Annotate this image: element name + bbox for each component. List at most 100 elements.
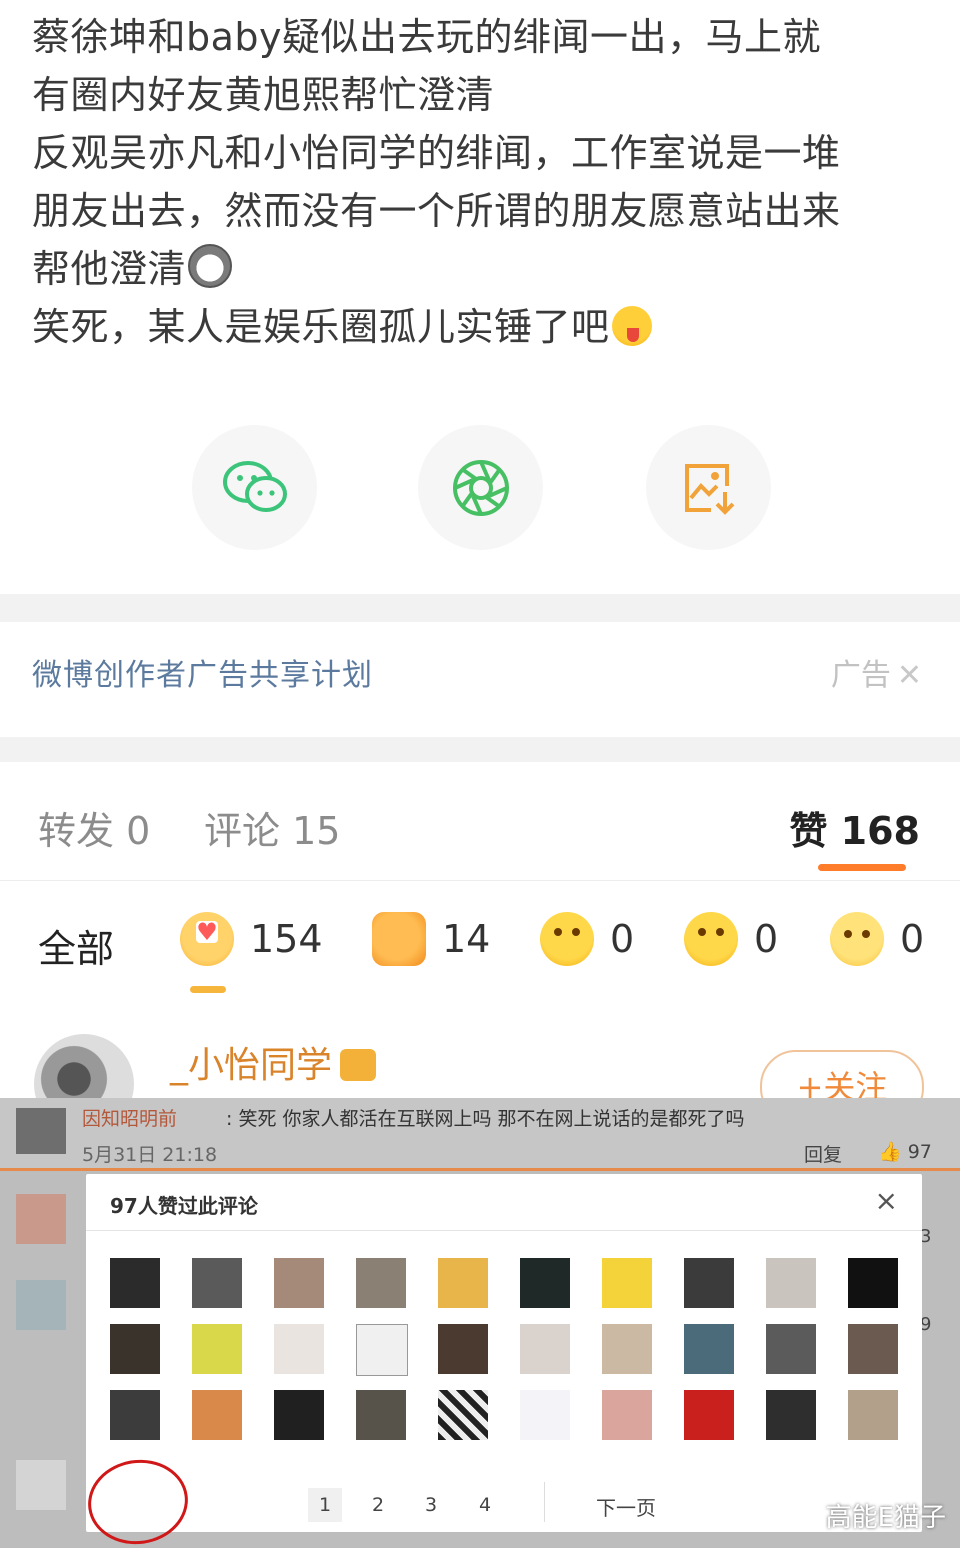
reaction-thumbs-up[interactable]: 14 <box>372 912 490 966</box>
active-reaction-indicator <box>190 986 226 993</box>
reaction-all[interactable]: 全部 <box>38 918 114 973</box>
reaction-laugh[interactable]: 0 <box>540 912 634 966</box>
page-4: 4 <box>478 1494 492 1516</box>
ad-banner[interactable]: 微博创作者广告共享计划 广告 ✕ <box>0 622 960 737</box>
liker-avatar <box>602 1390 652 1440</box>
section-divider <box>0 737 960 762</box>
page-2: 2 <box>371 1494 385 1516</box>
close-icon[interactable]: ✕ <box>897 658 922 693</box>
active-tab-indicator <box>818 864 906 871</box>
liker-avatar <box>192 1390 242 1440</box>
liker-avatar <box>274 1258 324 1308</box>
reaction-surprised[interactable]: 0 <box>684 912 778 966</box>
share-moments-button[interactable] <box>418 425 543 550</box>
watermark: 高能E猫子 <box>825 1503 946 1533</box>
liker-avatar <box>192 1258 242 1308</box>
liker-avatar <box>766 1324 816 1374</box>
liker-avatar <box>274 1324 324 1374</box>
liker-avatar <box>438 1324 488 1374</box>
modal-header: 97人赞过此评论 × <box>86 1174 922 1231</box>
reaction-count: 154 <box>250 917 323 961</box>
tab-comment[interactable]: 评论 15 <box>204 800 340 855</box>
tab-repost[interactable]: 转发 0 <box>38 800 150 855</box>
liker-avatar <box>438 1390 488 1440</box>
page-3: 3 <box>424 1494 438 1516</box>
liker-avatar <box>684 1390 734 1440</box>
comment-row: 因知昭明前 : 笑死 你家人都活在互联网上吗 那不在网上说话的是都死了吗 5月3… <box>0 1098 960 1170</box>
reaction-count: 0 <box>900 917 925 961</box>
reaction-count: 14 <box>442 917 491 961</box>
liker-avatar <box>684 1258 734 1308</box>
liker-avatar <box>356 1390 406 1440</box>
liker-avatar <box>848 1390 898 1440</box>
ad-title[interactable]: 微博创作者广告共享计划 <box>32 650 373 694</box>
tongue-emoji-icon <box>611 306 652 346</box>
liker-avatar <box>766 1258 816 1308</box>
avatar <box>16 1108 66 1154</box>
liker-avatar <box>110 1258 160 1308</box>
post-content: 蔡徐坤和baby疑似出去玩的绯闻一出，马上就 有圈内好友黄旭熙帮忙澄清 反观吴亦… <box>32 8 932 356</box>
post-line: 帮他澄清 <box>32 247 187 291</box>
liker-avatar <box>602 1258 652 1308</box>
post-line: 有圈内好友黄旭熙帮忙澄清 <box>32 73 495 117</box>
liker-avatar <box>192 1324 242 1374</box>
close-icon: × <box>874 1184 898 1217</box>
next-page: 下一页 <box>596 1496 656 1520</box>
liker-avatar-circled <box>110 1390 160 1440</box>
divider <box>544 1482 545 1522</box>
liker-avatar <box>110 1324 160 1374</box>
post-line: 朋友出去，然而没有一个所谓的朋友愿意站出来 <box>32 189 841 233</box>
reaction-count: 0 <box>610 917 635 961</box>
avatar <box>16 1194 66 1244</box>
sad-face-icon <box>830 912 884 966</box>
moments-icon <box>452 459 509 516</box>
commenter-name-text: _小怡同学 <box>170 1045 333 1086</box>
surprised-face-icon <box>684 912 738 966</box>
commenter-name[interactable]: _小怡同学 <box>170 1036 377 1088</box>
avatar <box>16 1460 66 1510</box>
comment-text: : 笑死 你家人都活在互联网上吗 那不在网上说话的是都死了吗 <box>226 1108 745 1130</box>
liker-avatar <box>274 1390 324 1440</box>
page-1: 1 <box>308 1488 342 1522</box>
liker-avatar <box>438 1258 488 1308</box>
modal-title: 97人赞过此评论 <box>110 1194 258 1218</box>
likers-modal: 97人赞过此评论 × 1 2 3 4 下一页 <box>82 1174 922 1548</box>
reaction-heart[interactable]: 154 <box>180 912 323 966</box>
comment-user: 因知昭明前 <box>82 1108 178 1130</box>
liker-avatar <box>520 1258 570 1308</box>
wechat-icon <box>222 460 287 512</box>
laugh-face-icon <box>540 912 594 966</box>
liker-avatar <box>356 1258 406 1308</box>
section-divider <box>0 594 960 622</box>
heart-face-icon <box>180 912 234 966</box>
reaction-count: 0 <box>754 917 779 961</box>
save-image-button[interactable] <box>646 425 771 550</box>
save-image-icon <box>684 463 734 515</box>
liker-avatar <box>848 1258 898 1308</box>
interaction-tabs: 转发 0 评论 15 赞 168 <box>0 762 960 881</box>
embedded-screenshot: 因知昭明前 : 笑死 你家人都活在互联网上吗 那不在网上说话的是都死了吗 5月3… <box>0 1098 960 1548</box>
comment-time: 5月31日 21:18 <box>82 1144 218 1166</box>
post-line-with-emoji: 帮他澄清 <box>32 240 932 298</box>
comment-likes: 👍 97 <box>878 1141 932 1163</box>
post-line: 笑死，某人是娱乐圈孤儿实锤了吧 <box>32 305 610 349</box>
liker-avatar <box>520 1390 570 1440</box>
avatar <box>16 1280 66 1330</box>
liker-avatar <box>602 1324 652 1374</box>
liker-avatar <box>766 1390 816 1440</box>
post-line-with-emoji: 笑死，某人是娱乐圈孤儿实锤了吧 <box>32 298 932 356</box>
highlight-line <box>0 1168 960 1171</box>
share-wechat-button[interactable] <box>192 425 317 550</box>
liker-avatar <box>848 1324 898 1374</box>
post-line: 蔡徐坤和baby疑似出去玩的绯闻一出，马上就 <box>32 15 822 59</box>
reply-link: 回复 <box>804 1144 843 1166</box>
dog-emoji-icon <box>188 244 233 288</box>
liker-avatar <box>520 1324 570 1374</box>
share-bar <box>0 425 960 550</box>
tab-like[interactable]: 赞 168 <box>789 800 920 855</box>
liker-avatar <box>684 1324 734 1374</box>
reaction-filter: 全部 154 14 0 0 0 <box>0 892 960 1002</box>
liker-avatar <box>356 1324 408 1376</box>
reaction-sad[interactable]: 0 <box>830 912 924 966</box>
ad-tag: 广告 ✕ <box>831 650 922 694</box>
